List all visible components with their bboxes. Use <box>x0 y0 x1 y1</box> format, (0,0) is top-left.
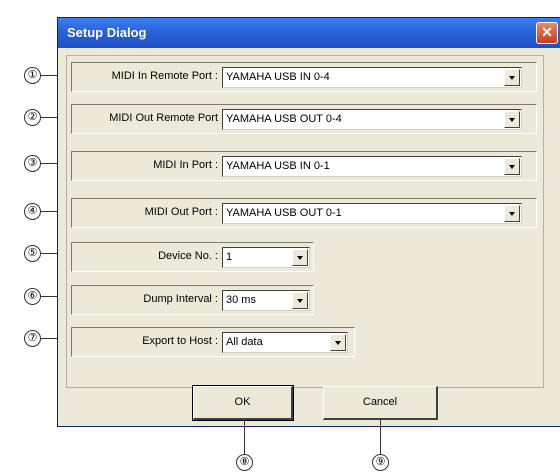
setup-dialog-window: Setup Dialog ✕ MIDI In Remote Port : YAM… <box>57 17 560 427</box>
export-to-host-label: Export to Host : <box>142 335 218 347</box>
dropdown-button[interactable] <box>292 292 308 309</box>
midi-in-port-select[interactable]: YAMAHA USB IN 0-1 <box>222 156 522 177</box>
midi-in-remote-port-value: YAMAHA USB IN 0-4 <box>226 71 330 83</box>
ok-button[interactable]: OK <box>192 385 294 421</box>
callout-8-leader <box>244 420 245 454</box>
callout-2: ② <box>24 109 41 126</box>
dropdown-button[interactable] <box>504 111 520 128</box>
device-no-select[interactable]: 1 <box>222 247 310 268</box>
close-button[interactable]: ✕ <box>536 22 558 44</box>
dialog-title: Setup Dialog <box>67 25 147 40</box>
callout-8: ⑧ <box>236 454 253 471</box>
close-icon: ✕ <box>541 24 553 40</box>
midi-out-port-select[interactable]: YAMAHA USB OUT 0-1 <box>222 203 522 224</box>
dropdown-button[interactable] <box>292 249 308 266</box>
midi-out-remote-port-row: MIDI Out Remote Port YAMAHA USB OUT 0-4 <box>71 104 537 134</box>
title-bar[interactable]: Setup Dialog ✕ <box>58 18 560 48</box>
callout-7: ⑦ <box>24 330 41 347</box>
midi-in-remote-port-select[interactable]: YAMAHA USB IN 0-4 <box>222 67 522 88</box>
dropdown-button[interactable] <box>504 69 520 86</box>
dump-interval-row: Dump Interval : 30 ms <box>71 285 314 315</box>
callout-6: ⑥ <box>24 288 41 305</box>
midi-out-port-row: MIDI Out Port : YAMAHA USB OUT 0-1 <box>71 198 537 228</box>
export-to-host-select[interactable]: All data <box>222 332 348 353</box>
chevron-down-icon <box>297 299 303 303</box>
cancel-button[interactable]: Cancel <box>323 386 438 420</box>
midi-in-port-row: MIDI In Port : YAMAHA USB IN 0-1 <box>71 151 537 181</box>
callout-1: ① <box>24 67 41 84</box>
chevron-down-icon <box>297 256 303 260</box>
export-to-host-row: Export to Host : All data <box>71 327 355 357</box>
settings-panel: MIDI In Remote Port : YAMAHA USB IN 0-4 … <box>66 55 544 388</box>
dump-interval-value: 30 ms <box>226 294 256 306</box>
callout-9: ⑨ <box>372 454 389 471</box>
chevron-down-icon <box>509 212 515 216</box>
chevron-down-icon <box>509 76 515 80</box>
midi-out-port-label: MIDI Out Port : <box>144 206 218 218</box>
chevron-down-icon <box>509 118 515 122</box>
midi-in-remote-port-label: MIDI In Remote Port : <box>111 70 218 82</box>
chevron-down-icon <box>509 165 515 169</box>
device-no-row: Device No. : 1 <box>71 242 314 272</box>
dropdown-button[interactable] <box>504 205 520 222</box>
midi-in-port-value: YAMAHA USB IN 0-1 <box>226 160 330 172</box>
dropdown-button[interactable] <box>504 158 520 175</box>
export-to-host-value: All data <box>226 336 263 348</box>
midi-out-remote-port-label: MIDI Out Remote Port <box>109 112 218 124</box>
midi-out-remote-port-select[interactable]: YAMAHA USB OUT 0-4 <box>222 109 522 130</box>
device-no-label: Device No. : <box>158 250 218 262</box>
midi-out-port-value: YAMAHA USB OUT 0-1 <box>226 207 342 219</box>
device-no-value: 1 <box>226 251 233 263</box>
midi-in-port-label: MIDI In Port : <box>153 159 218 171</box>
midi-in-remote-port-row: MIDI In Remote Port : YAMAHA USB IN 0-4 <box>71 62 537 92</box>
dropdown-button[interactable] <box>330 334 346 351</box>
callout-9-leader <box>380 420 381 454</box>
midi-out-remote-port-value: YAMAHA USB OUT 0-4 <box>226 113 342 125</box>
dump-interval-label: Dump Interval : <box>143 293 218 305</box>
callout-5: ⑤ <box>24 245 41 262</box>
dump-interval-select[interactable]: 30 ms <box>222 290 310 311</box>
callout-4: ④ <box>24 203 41 220</box>
callout-3: ③ <box>24 155 41 172</box>
chevron-down-icon <box>335 341 341 345</box>
